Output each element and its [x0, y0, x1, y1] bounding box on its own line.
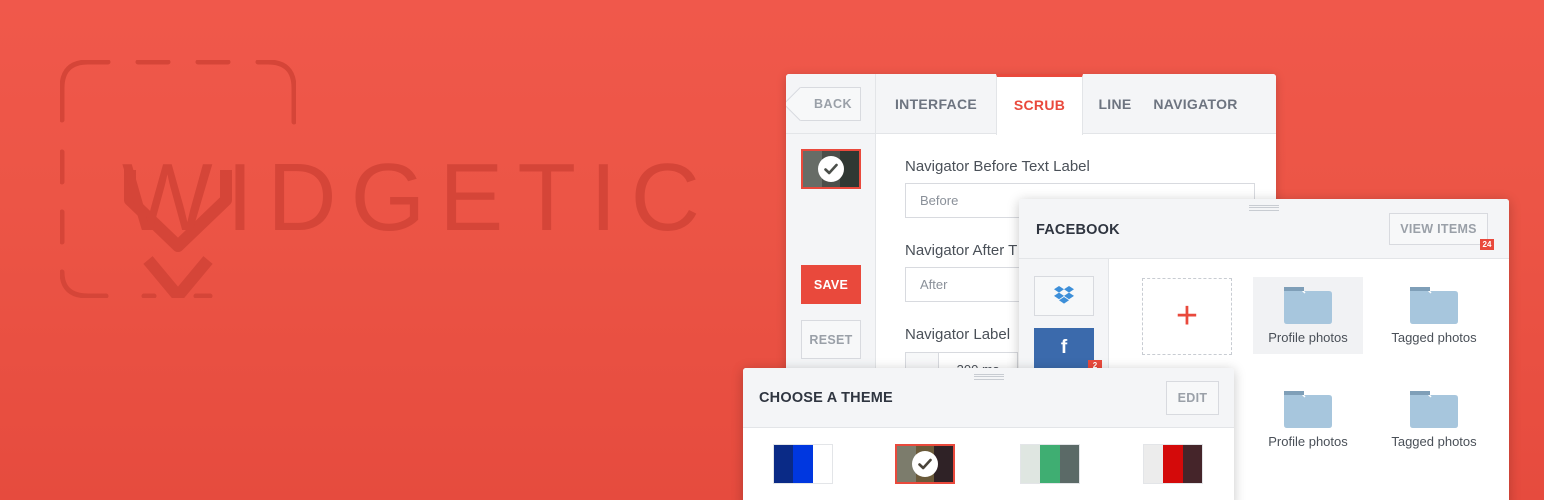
dropbox-icon [1054, 286, 1074, 304]
tab-scrub[interactable]: SCRUB [996, 74, 1083, 135]
tab-line[interactable]: LINE [1083, 74, 1147, 134]
folder-label: Tagged photos [1391, 330, 1477, 345]
theme-swatch[interactable] [773, 444, 833, 484]
folder-icon [1410, 391, 1458, 428]
field-label-navigator: Navigator Label [905, 326, 1011, 343]
plus-icon: + [1175, 295, 1199, 337]
reset-button[interactable]: RESET [801, 320, 861, 359]
folder-icon [1284, 391, 1332, 428]
swatch-color [1040, 445, 1060, 483]
folder-icon [1410, 287, 1458, 324]
folder-icon [1284, 287, 1332, 324]
facebook-icon: f [1060, 337, 1068, 358]
drag-handle[interactable] [1249, 205, 1279, 211]
field-label-before: Navigator Before Text Label [905, 158, 1090, 175]
folder-item[interactable]: Profile photos [1253, 381, 1363, 458]
theme-panel: CHOOSE A THEME EDIT [743, 368, 1234, 500]
back-arrow-shape [786, 87, 817, 121]
theme-swatch-selected[interactable] [895, 444, 955, 484]
swatch-color [1182, 445, 1202, 483]
back-button-label: BACK [813, 97, 853, 111]
facebook-source-button[interactable]: f [1034, 328, 1094, 368]
folder-item[interactable]: Tagged photos [1379, 381, 1489, 458]
facebook-panel-header: FACEBOOK VIEW ITEMS 24 [1019, 199, 1509, 259]
swatch-color [1059, 445, 1079, 483]
swatch-color [1021, 445, 1041, 483]
theme-swatch[interactable] [1143, 444, 1203, 484]
facebook-panel-title: FACEBOOK [1036, 222, 1120, 238]
logo-wordmark: WIDGETIC [122, 144, 714, 251]
swatch-color [812, 445, 832, 483]
folder-label: Profile photos [1268, 434, 1348, 449]
swatch-color [793, 445, 813, 483]
drag-handle[interactable] [974, 374, 1004, 380]
view-items-count-badge: 24 [1480, 239, 1494, 250]
current-theme-swatch[interactable] [801, 149, 861, 189]
swatch-color [774, 445, 794, 483]
tab-interface[interactable]: INTERFACE [876, 74, 996, 134]
folder-label: Tagged photos [1391, 434, 1477, 449]
check-icon [912, 451, 938, 477]
swatch-color [1144, 445, 1164, 483]
save-button[interactable]: SAVE [801, 265, 861, 304]
dropbox-source-button[interactable] [1034, 276, 1094, 316]
add-folder-tile[interactable]: + [1142, 278, 1232, 355]
view-items-button[interactable]: VIEW ITEMS [1389, 213, 1488, 245]
swatch-color [1163, 445, 1183, 483]
check-icon [818, 156, 844, 182]
tab-navigator[interactable]: NAVIGATOR [1147, 74, 1244, 134]
folder-item[interactable]: Profile photos [1253, 277, 1363, 354]
folder-item[interactable]: Tagged photos [1379, 277, 1489, 354]
theme-panel-title: CHOOSE A THEME [759, 390, 893, 406]
theme-swatch[interactable] [1020, 444, 1080, 484]
edit-button[interactable]: EDIT [1166, 381, 1219, 415]
field-label-after: Navigator After T [905, 242, 1018, 259]
back-area: BACK [786, 74, 876, 134]
back-button[interactable]: BACK [786, 87, 861, 121]
theme-panel-header: CHOOSE A THEME EDIT [743, 368, 1234, 428]
settings-header: BACK INTERFACE SCRUB LINE NAVIGATOR [786, 74, 1276, 135]
folder-label: Profile photos [1268, 330, 1348, 345]
